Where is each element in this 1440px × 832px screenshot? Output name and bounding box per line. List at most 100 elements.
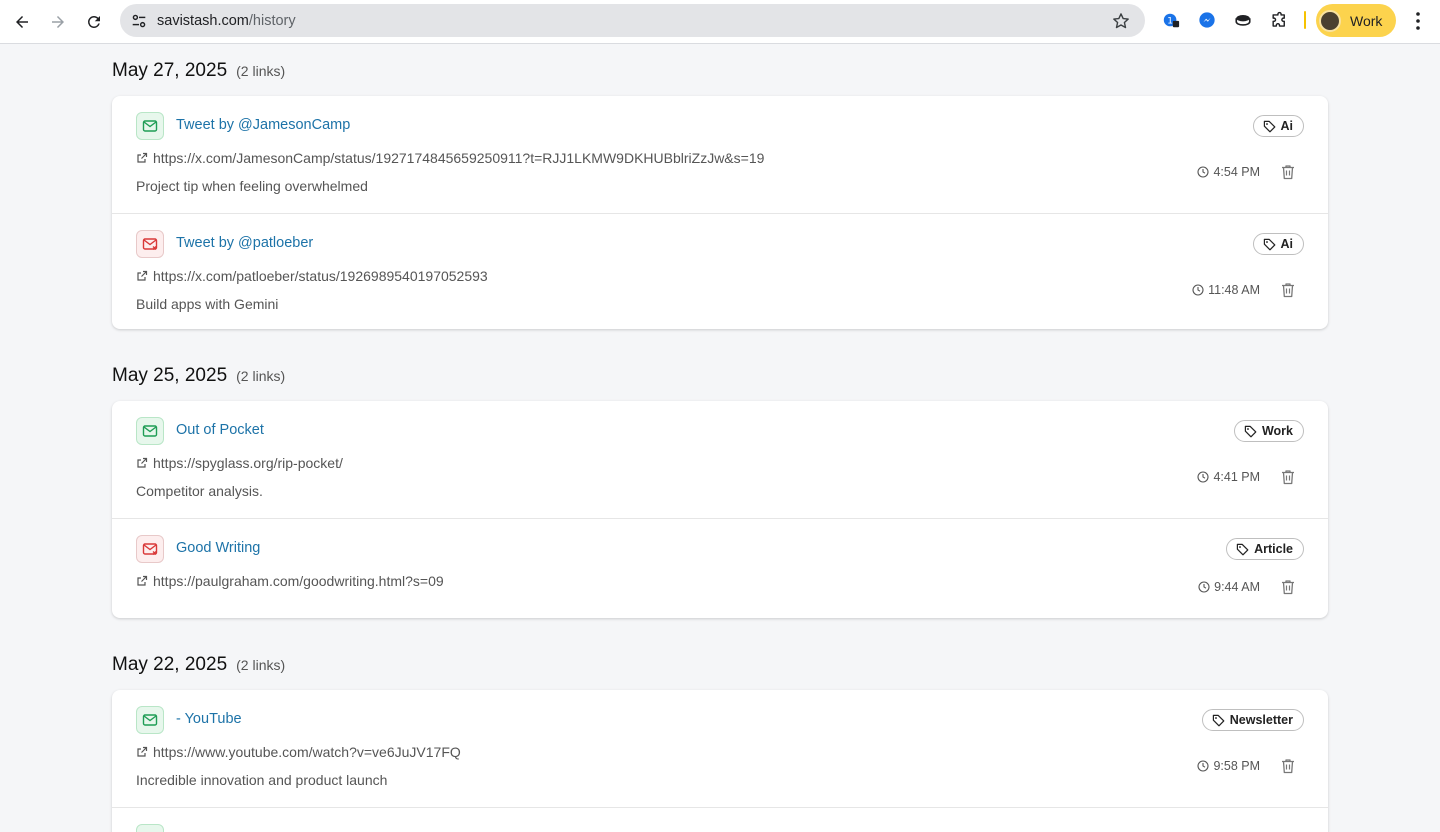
external-link-icon	[136, 270, 148, 282]
extension-password-icon[interactable]: 1	[1161, 10, 1181, 30]
external-link-icon	[136, 457, 148, 469]
extension-messenger-icon[interactable]	[1197, 10, 1217, 30]
day-link-count: (2 links)	[236, 63, 286, 79]
link-title[interactable]: Tweet by @patloeber	[176, 235, 313, 251]
links-card: Tweet by @JamesonCamp https://x.com/Jame…	[112, 96, 1328, 329]
link-description: Competitor analysis.	[136, 483, 263, 499]
link-url[interactable]: https://spyglass.org/rip-pocket/	[136, 455, 343, 471]
tag-icon	[1263, 238, 1276, 251]
link-url-text: https://spyglass.org/rip-pocket/	[153, 455, 343, 471]
address-bar[interactable]: savistash.com/history	[120, 4, 1145, 37]
toolbar-divider	[1304, 11, 1306, 29]
link-url[interactable]: https://x.com/patloeber/status/192698954…	[136, 268, 488, 284]
mail-ok-icon	[136, 706, 164, 734]
back-button[interactable]	[8, 8, 36, 36]
links-card: Out of Pocket https://spyglass.org/rip-p…	[112, 401, 1328, 618]
day-date: May 27, 2025	[112, 60, 228, 81]
link-title[interactable]: Good Writing	[176, 540, 260, 556]
profile-button[interactable]: Work	[1316, 4, 1396, 37]
clock-icon	[1198, 581, 1210, 593]
external-link-icon	[136, 575, 148, 587]
day-group: May 25, 2025 (2 links) Out of Pocket htt…	[112, 365, 1328, 618]
list-item: - YouTube https://www.youtube.com/watch?…	[112, 690, 1328, 807]
avatar	[1319, 9, 1341, 32]
list-item: Tweet by @patloeber https://x.com/patloe…	[112, 213, 1328, 329]
clock-icon	[1197, 166, 1209, 178]
tag-icon	[1236, 543, 1249, 556]
clock-icon	[1197, 760, 1209, 772]
mail-ok-icon	[136, 417, 164, 445]
link-url-text: https://www.youtube.com/watch?v=ve6JuJV1…	[153, 744, 461, 760]
day-header: May 27, 2025 (2 links)	[112, 60, 1328, 82]
time-text: 9:44 AM	[1214, 580, 1260, 594]
tag-label: Article	[1254, 542, 1293, 556]
time-text: 4:41 PM	[1213, 470, 1260, 484]
tag-icon	[1212, 714, 1225, 727]
more-menu-icon[interactable]	[1408, 10, 1428, 32]
link-time: 4:54 PM	[1197, 165, 1260, 179]
list-item: Out of Pocket https://spyglass.org/rip-p…	[112, 401, 1328, 518]
link-description: Build apps with Gemini	[136, 296, 279, 312]
tag-label: Newsletter	[1229, 713, 1293, 727]
delete-trash-icon[interactable]	[1281, 469, 1295, 485]
delete-trash-icon[interactable]	[1281, 579, 1295, 595]
link-time: 4:41 PM	[1197, 470, 1260, 484]
delete-trash-icon[interactable]	[1281, 758, 1295, 774]
mail-error-icon	[136, 230, 164, 258]
link-title[interactable]: - YouTube	[176, 711, 242, 727]
delete-trash-icon[interactable]	[1281, 282, 1295, 298]
tag-icon	[1244, 425, 1257, 438]
link-description: Project tip when feeling overwhelmed	[136, 178, 368, 194]
link-url[interactable]: https://www.youtube.com/watch?v=ve6JuJV1…	[136, 744, 461, 760]
time-text: 4:54 PM	[1213, 165, 1260, 179]
tag-icon	[1263, 120, 1276, 133]
link-url-text: https://paulgraham.com/goodwriting.html?…	[153, 573, 444, 589]
url-text[interactable]: savistash.com/history	[157, 13, 296, 29]
url-path: /history	[248, 13, 296, 29]
tag-badge[interactable]: Ai	[1252, 233, 1304, 255]
link-time: 9:58 PM	[1197, 759, 1260, 773]
mail-ok-icon	[136, 112, 164, 140]
tag-badge[interactable]: Ai	[1252, 115, 1304, 137]
day-group: May 27, 2025 (2 links) Tweet by @Jameson…	[112, 60, 1328, 329]
day-header: May 22, 2025 (2 links)	[112, 654, 1328, 676]
day-date: May 22, 2025	[112, 654, 228, 675]
day-date: May 25, 2025	[112, 365, 228, 386]
tag-label: Ai	[1280, 237, 1294, 251]
tag-badge[interactable]: Newsletter	[1201, 709, 1304, 731]
profile-label: Work	[1350, 12, 1383, 29]
time-text: 11:48 AM	[1208, 283, 1260, 297]
mail-ok-icon	[136, 824, 164, 832]
link-description: Incredible innovation and product launch	[136, 772, 388, 788]
day-header: May 25, 2025 (2 links)	[112, 365, 1328, 387]
link-title[interactable]: Tweet by @JamesonCamp	[176, 117, 350, 133]
link-title[interactable]: Out of Pocket	[176, 422, 264, 438]
clock-icon	[1192, 284, 1204, 296]
day-link-count: (2 links)	[236, 657, 286, 673]
tag-badge[interactable]: Work	[1233, 420, 1304, 442]
time-text: 9:58 PM	[1213, 759, 1260, 773]
bookmark-star-icon[interactable]	[1111, 11, 1131, 31]
link-time: 11:48 AM	[1192, 283, 1260, 297]
list-item: Good Writing https://paulgraham.com/good…	[112, 518, 1328, 618]
tag-badge[interactable]: Article	[1226, 538, 1304, 560]
arrow-right-icon	[52, 16, 64, 28]
reload-button[interactable]	[80, 8, 108, 36]
extension-stash-icon[interactable]	[1233, 10, 1253, 30]
list-item	[112, 807, 1328, 832]
external-link-icon	[136, 152, 148, 164]
links-card: - YouTube https://www.youtube.com/watch?…	[112, 690, 1328, 832]
clock-icon	[1197, 471, 1209, 483]
link-url[interactable]: https://paulgraham.com/goodwriting.html?…	[136, 573, 444, 589]
external-link-icon	[136, 746, 148, 758]
browser-toolbar: savistash.com/history 1 Work	[0, 0, 1440, 44]
day-group: May 22, 2025 (2 links) - YouTube https:/…	[112, 654, 1328, 832]
link-url[interactable]: https://x.com/JamesonCamp/status/1927174…	[136, 150, 764, 166]
url-host: savistash.com	[157, 13, 249, 29]
extensions-puzzle-icon[interactable]	[1269, 10, 1289, 30]
forward-button[interactable]	[44, 8, 72, 36]
site-settings-icon[interactable]	[128, 10, 150, 32]
tag-label: Work	[1261, 424, 1293, 438]
link-url-text: https://x.com/patloeber/status/192698954…	[153, 268, 488, 284]
delete-trash-icon[interactable]	[1281, 164, 1295, 180]
